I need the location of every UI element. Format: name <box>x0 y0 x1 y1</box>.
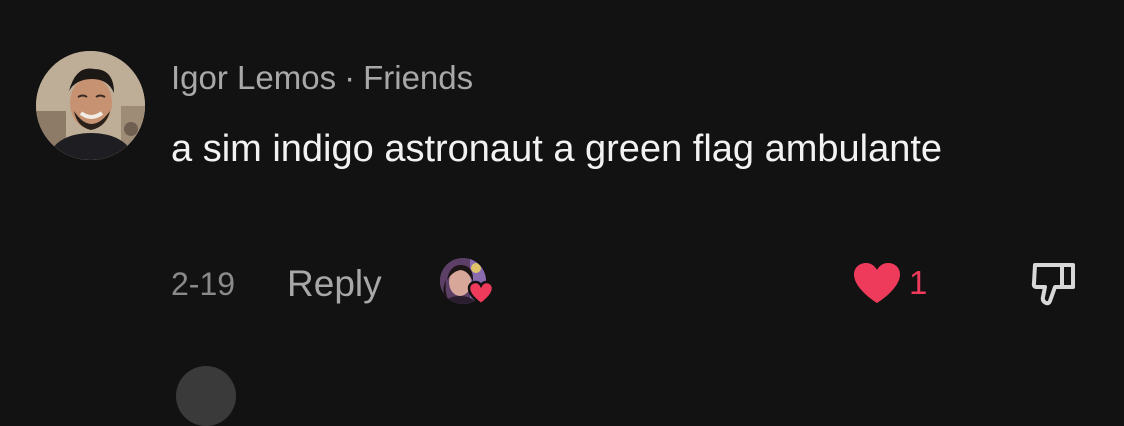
author-relation: Friends <box>363 59 474 96</box>
like-count: 1 <box>909 264 928 301</box>
reply-button[interactable]: Reply <box>287 263 382 305</box>
creator-liked-badge <box>440 258 496 308</box>
comment-date: 2-19 <box>171 265 236 302</box>
thumbs-down-icon <box>1031 263 1075 306</box>
like-button[interactable]: 1 <box>852 260 927 306</box>
comment-meta: 2-19 Reply <box>171 262 382 306</box>
next-comment-avatar[interactable] <box>176 366 236 426</box>
heart-icon <box>467 280 495 306</box>
comment: Igor Lemos · Friends a sim indigo astronau… <box>0 0 1124 426</box>
heart-icon <box>854 263 900 303</box>
dislike-button[interactable] <box>1029 258 1079 308</box>
comment-text: a sim indigo astronaut a green flag ambu… <box>171 128 943 170</box>
comment-header: Igor Lemos · Friends <box>171 58 473 98</box>
author-avatar[interactable] <box>36 51 145 160</box>
author-name[interactable]: Igor Lemos <box>171 59 336 96</box>
header-separator: · <box>344 59 356 96</box>
